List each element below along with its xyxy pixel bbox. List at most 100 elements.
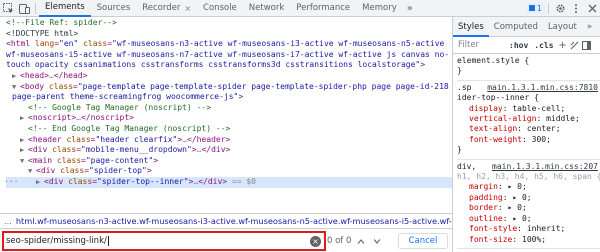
collapse-arrow-icon[interactable]: ▼	[12, 82, 20, 93]
inspect-element-icon[interactable]	[0, 0, 16, 16]
dom-comment[interactable]: <!--File Ref: spider-->	[6, 18, 452, 29]
breadcrumb-path[interactable]: html.wf-museosans-n3-active.wf-museosans…	[16, 214, 452, 228]
expand-arrow-icon[interactable]: ▶	[20, 135, 28, 146]
add-rule-icon[interactable]: +	[557, 39, 569, 51]
dom-node-header[interactable]: ▶ <header class="header clearfix">…</head…	[6, 135, 452, 146]
breadcrumb-overflow[interactable]: ...	[0, 214, 16, 228]
property-name: outline	[469, 213, 503, 223]
expand-arrow-icon[interactable]: ▶	[12, 71, 20, 82]
tab-memory[interactable]: Memory	[356, 0, 403, 17]
search-input[interactable]: seo-spider/missing-link/	[2, 231, 326, 251]
css-property[interactable]: display: table-cell;	[457, 104, 600, 114]
dom-node-noscript[interactable]: ▶ <noscript>…</noscript>	[6, 113, 452, 124]
style-rule[interactable]: div, main.1.3.1.min.css:207 h1, h2, h3, h4…	[457, 160, 600, 249]
dom-node-head[interactable]: ▶ <head>…</head>	[6, 71, 452, 82]
tab-elements[interactable]: Elements	[39, 0, 91, 17]
tab-label: Recorder	[142, 2, 181, 13]
styles-tab-layout[interactable]: Layout	[543, 17, 582, 37]
console-ref: == $0	[227, 176, 256, 186]
css-property[interactable]: border: ▸ 0;	[457, 203, 600, 213]
styles-tab-styles[interactable]: Styles	[453, 17, 489, 37]
class-toggle[interactable]: .cls	[531, 41, 556, 50]
css-property[interactable]: font-style: inherit;	[457, 224, 600, 234]
css-property[interactable]: font-weight: 300;	[457, 135, 600, 145]
expand-arrow-icon[interactable]: ▶	[20, 145, 28, 156]
dom-doctype[interactable]: <!DOCTYPE html>	[6, 29, 452, 40]
property-colon: :	[517, 224, 527, 234]
tag-open: <div	[44, 176, 64, 186]
styles-tab-computed[interactable]: Computed	[489, 17, 543, 37]
tag-close: </div>	[201, 145, 231, 155]
property-colon: :	[536, 114, 547, 124]
clear-search-icon[interactable]: ×	[310, 235, 321, 247]
breadcrumb: ... html.wf-museosans-n3-active.wf-museo…	[0, 213, 452, 229]
device-toolbar-icon[interactable]	[16, 0, 32, 16]
rule-source-link[interactable]: main.1.3.1.min.css:7810	[487, 83, 600, 93]
property-name: display	[469, 103, 503, 113]
toolbar-separator	[548, 2, 549, 14]
tab-recorder[interactable]: Recorder ×	[136, 0, 197, 17]
rule-header: div, main.1.3.1.min.css:207	[457, 162, 600, 172]
expand-arrow-icon[interactable]: ▶	[36, 177, 44, 188]
rule-selector: element.style {	[457, 56, 530, 65]
dom-comment[interactable]: <!-- Google Tag Manager (noscript) -->	[6, 103, 452, 114]
rule-source-link[interactable]: main.1.3.1.min.css:207	[492, 162, 600, 172]
comment-text: <!-- Google Tag Manager (noscript) -->	[28, 102, 212, 112]
attribute-name: class	[52, 145, 77, 155]
rule-selector-cont: h1, h2, h3, h4, h5, h6, span {	[457, 172, 600, 182]
collapse-arrow-icon[interactable]: ▼	[20, 156, 28, 167]
tab-console[interactable]: Console	[197, 0, 243, 17]
dom-node-main[interactable]: ▼ <main class="page-content">	[6, 156, 452, 167]
dom-node-div[interactable]: ▼ <div class="spider-top">	[6, 166, 452, 177]
css-property[interactable]: vertical-align: middle;	[457, 114, 600, 124]
close-devtools-icon[interactable]	[584, 0, 600, 16]
dom-html-node[interactable]: <html lang="en" class="wf-museosans-n3-a…	[6, 39, 452, 71]
styles-tabbar: Styles Computed Layout»	[453, 17, 600, 37]
toggle-sidebar-icon[interactable]	[581, 39, 593, 51]
hover-state-toggle[interactable]: :hov	[506, 41, 531, 50]
issues-badge[interactable]: 1	[525, 2, 545, 14]
more-tabs-icon[interactable]: »	[403, 3, 417, 14]
tag-close: >	[420, 60, 426, 70]
dom-body-node[interactable]: ▼ <body class="page-template page-templat…	[6, 82, 452, 103]
kebab-menu-icon[interactable]	[568, 0, 584, 16]
styles-tab-more[interactable]: »	[582, 17, 597, 37]
property-name: margin	[469, 182, 498, 192]
dom-node-div[interactable]: ▶ <div class="mobile-menu__dropdown">…</d…	[6, 145, 452, 156]
expand-arrow-icon[interactable]: ▶	[20, 113, 28, 124]
search-next-icon[interactable]	[370, 234, 383, 248]
css-property[interactable]: font-size: 100%;	[457, 235, 600, 245]
tab-network[interactable]: Network	[243, 0, 291, 17]
property-value: 300;	[531, 134, 551, 144]
style-rule[interactable]: .sp main.1.3.1.min.css:7810 ider-top--inne…	[457, 81, 600, 160]
css-property[interactable]: margin: ▸ 0;	[457, 182, 600, 192]
style-rule[interactable]: element.style {}	[457, 54, 600, 81]
search-input-value: seo-spider/missing-link/	[6, 236, 107, 246]
dom-comment[interactable]: <!-- End Google Tag Manager (noscript) -…	[6, 124, 452, 135]
cancel-search-button[interactable]: Cancel	[398, 233, 448, 249]
new-style-rule-icon[interactable]	[569, 39, 581, 51]
comment-text: <!-- End Google Tag Manager (noscript) -…	[28, 123, 231, 133]
rule-header: element.style {	[457, 56, 600, 66]
styles-pane: Styles Computed Layout» Filter :hov .cls +…	[453, 17, 600, 252]
rule-close-brace: }	[457, 145, 462, 155]
rule-header: .sp main.1.3.1.min.css:7810	[457, 83, 600, 93]
property-value: ▸ 0;	[512, 213, 532, 223]
css-property[interactable]: outline: ▸ 0;	[457, 214, 600, 224]
elements-dom-tree[interactable]: <!--File Ref: spider--> <!DOCTYPE html> <h…	[0, 17, 452, 213]
property-name: font-size	[469, 234, 513, 244]
css-property[interactable]: padding: ▸ 0;	[457, 193, 600, 203]
collapse-arrow-icon[interactable]: ▼	[28, 166, 36, 177]
attribute-value: "mobile-menu__dropdown"	[81, 145, 192, 155]
styles-filter-input[interactable]: Filter	[458, 40, 506, 50]
search-prev-icon[interactable]	[354, 234, 367, 248]
attribute-value: "page-template page-template-spider page…	[12, 81, 449, 102]
css-property[interactable]: text-align: center;	[457, 124, 600, 134]
tab-sources[interactable]: Sources	[91, 0, 137, 17]
tab-performance[interactable]: Performance	[290, 0, 356, 17]
attribute-name: class	[66, 134, 91, 144]
close-tab-icon[interactable]: ×	[184, 0, 191, 17]
dom-selected-node[interactable]: ··· ▶ <div class="spider-top--inner">…</di…	[4, 176, 452, 188]
settings-gear-icon[interactable]	[552, 0, 568, 16]
tag-open: <noscript>	[28, 113, 77, 123]
